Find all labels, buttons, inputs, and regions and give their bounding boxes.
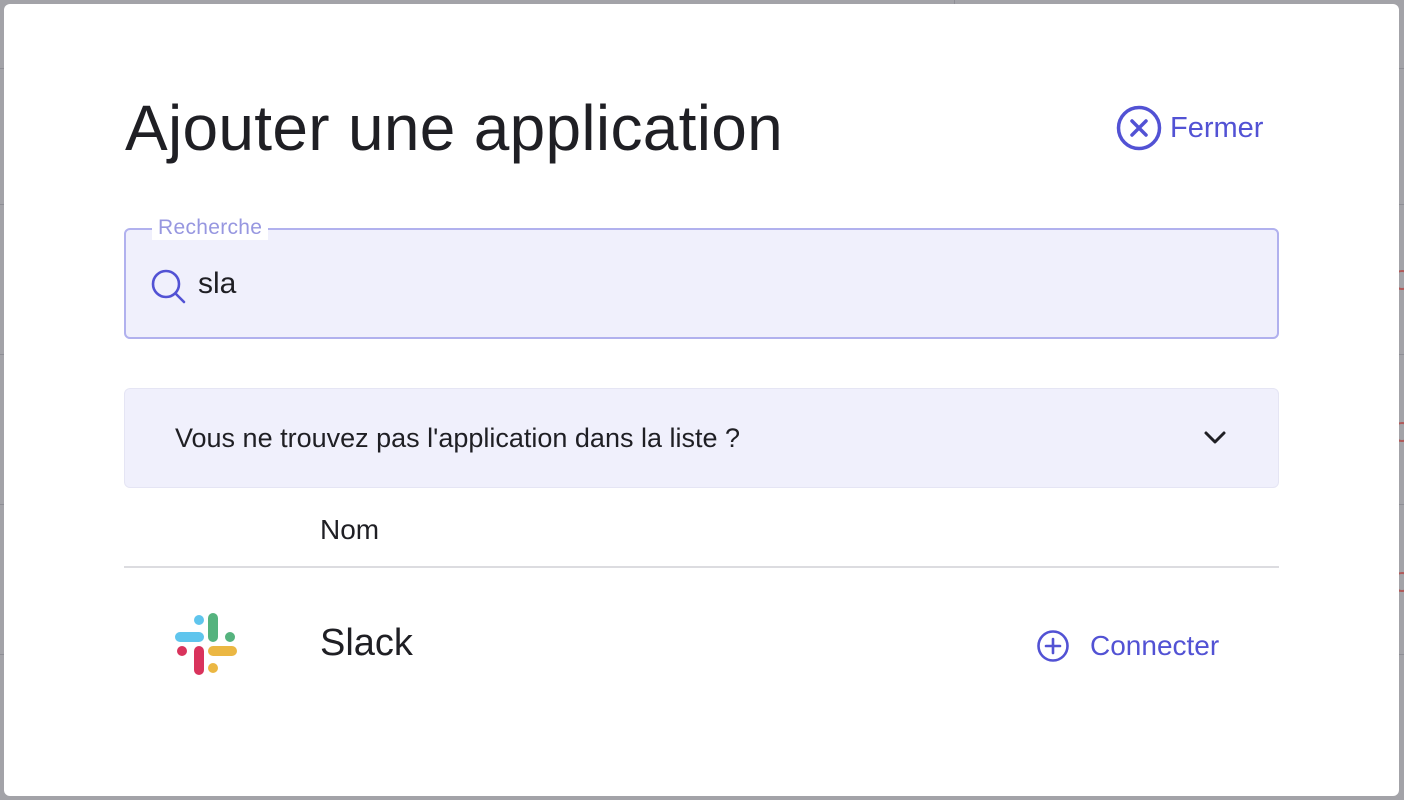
- app-name: Slack: [320, 622, 413, 664]
- close-button[interactable]: Fermer: [1116, 104, 1263, 152]
- search-icon: [151, 269, 186, 304]
- plus-circle-icon: [1037, 630, 1069, 662]
- search-field: Recherche: [124, 216, 1279, 339]
- connect-button-label: Connecter: [1090, 630, 1220, 661]
- table-row: Slack Connecter: [124, 570, 1279, 720]
- close-button-label: Fermer: [1170, 111, 1264, 144]
- close-circle-icon: [1116, 105, 1162, 151]
- connect-button[interactable]: Connecter: [1036, 626, 1219, 666]
- accordion-label: Vous ne trouvez pas l'application dans l…: [175, 422, 741, 453]
- chevron-down-icon: [1204, 431, 1226, 444]
- search-input[interactable]: [198, 260, 1258, 308]
- modal-title: Ajouter une application: [125, 92, 784, 164]
- search-field-label: Recherche: [152, 216, 269, 240]
- missing-app-accordion[interactable]: Vous ne trouvez pas l'application dans l…: [124, 388, 1279, 488]
- add-application-modal: Ajouter une application Fermer Recherche…: [4, 4, 1399, 796]
- column-header-name: Nom: [320, 514, 380, 545]
- slack-logo-icon: [175, 613, 237, 675]
- table-header: Nom: [124, 490, 1279, 568]
